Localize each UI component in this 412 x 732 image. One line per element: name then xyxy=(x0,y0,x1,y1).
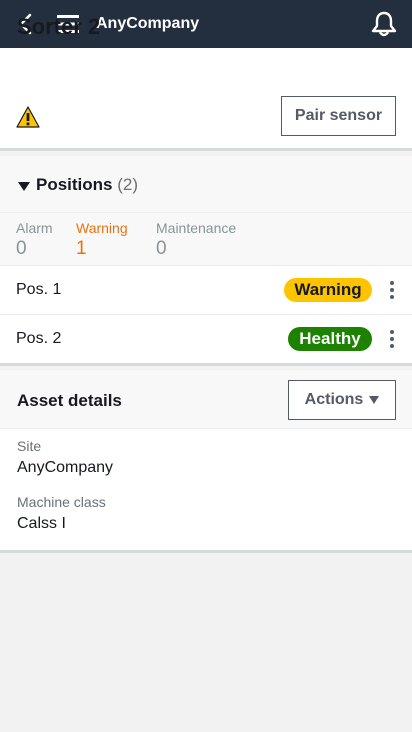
positions-title: Positions (2) xyxy=(36,175,138,195)
maintenance-label: Maintenance xyxy=(156,220,237,236)
actions-dropdown-button[interactable]: Actions xyxy=(288,380,396,420)
pair-sensor-button[interactable]: Pair sensor xyxy=(281,96,396,136)
asset-details-title: Asset details xyxy=(17,391,122,410)
positions-count: (2) xyxy=(117,175,139,194)
app-title: AnyCompany xyxy=(96,15,200,32)
status-badge-warning: Warning xyxy=(284,278,372,302)
maintenance-count: Maintenance 0 xyxy=(156,220,236,260)
position-row[interactable]: Pos. 1 Warning xyxy=(0,266,412,314)
position-name: Pos. 2 xyxy=(16,330,62,347)
position-name: Pos. 1 xyxy=(16,281,62,298)
alarm-count: Alarm 0 xyxy=(16,220,53,260)
more-options-icon[interactable] xyxy=(382,328,402,350)
notifications-bell-icon[interactable] xyxy=(370,11,398,37)
page-title: Sorter 2 xyxy=(17,14,101,39)
machine-class-value: Calss I xyxy=(17,515,66,532)
warning-icon xyxy=(16,106,40,128)
machine-class-label: Machine class xyxy=(17,494,106,510)
warning-label: Warning xyxy=(76,220,128,236)
caret-down-icon xyxy=(369,396,380,404)
site-value: AnyCompany xyxy=(17,459,114,476)
more-options-icon[interactable] xyxy=(382,279,402,301)
divider xyxy=(0,550,412,553)
position-row[interactable]: Pos. 2 Healthy xyxy=(0,315,412,363)
positions-label: Positions xyxy=(36,175,113,194)
alarm-value: 0 xyxy=(16,238,27,259)
divider xyxy=(0,363,412,366)
warning-value: 1 xyxy=(76,238,87,259)
status-badge-healthy: Healthy xyxy=(288,327,372,351)
alarm-label: Alarm xyxy=(16,220,53,236)
divider xyxy=(0,148,412,151)
maintenance-value: 0 xyxy=(156,238,167,259)
warning-count: Warning 1 xyxy=(76,220,128,260)
actions-label: Actions xyxy=(304,391,364,408)
collapse-caret-icon[interactable] xyxy=(18,182,30,191)
site-label: Site xyxy=(17,438,42,454)
